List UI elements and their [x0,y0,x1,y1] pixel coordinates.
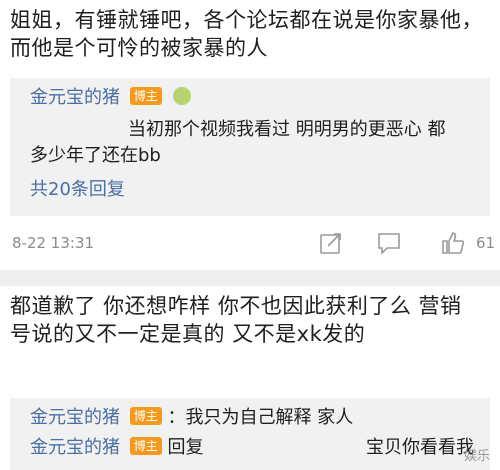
author-badge: 博主 [129,87,162,105]
watermark: 娱乐 [463,449,490,464]
author-badge: 博主 [129,407,162,425]
author-badge: 博主 [129,437,162,455]
reply-text: ：我只为自己解释 家人 [167,407,354,428]
reply-header: 金元宝的猪 博主 [30,86,192,110]
reply-username[interactable]: 金元宝的猪 [30,407,120,428]
reply-2-1: 金元宝的猪 博主 ：我只为自己解释 家人 [30,406,353,430]
divider [0,270,500,286]
reply-text: 回复 [167,437,204,458]
comment-2-line2: 号说的又不一定是真的 又不是xk发的 [10,322,366,346]
comment-1-line2: 而他是个可怜的被家暴的人 [10,36,268,60]
comment-2-line1: 都道歉了 你还想咋样 你不也因此获利了么 营销 [10,294,462,318]
reply-text-tail: 宝贝你看看我 [366,437,474,458]
reply-text-line1: 当初那个视频我看过 明明男的更恶心 都 [128,119,446,140]
sick-face-emoji-icon [173,87,192,105]
reply-box-1[interactable]: 金元宝的猪 博主 当初那个视频我看过 明明男的更恶心 都 多少年了还在bb 共2… [10,78,490,216]
like-count: 61 [476,234,496,252]
timestamp: 8-22 13:31 [12,234,95,252]
reply-text-line2: 多少年了还在bb [30,145,161,166]
reply-2-2: 金元宝的猪 博主 回复 [30,436,203,460]
comment-1-line1: 姐姐，有锤就锤吧，各个论坛都在说是你家暴他， [10,8,483,32]
comment-2-text: 都道歉了 你还想咋样 你不也因此获利了么 营销 号说的又不一定是真的 又不是xk… [10,292,490,348]
reply-box-2[interactable]: 金元宝的猪 博主 ：我只为自己解释 家人 金元宝的猪 博主 回复 宝贝你看看我 [10,398,490,470]
reply-username[interactable]: 金元宝的猪 [30,437,120,458]
comment-1-meta: 8-22 13:31 61 [10,226,495,262]
comment-icon[interactable] [376,230,402,256]
reply-username[interactable]: 金元宝的猪 [30,87,120,108]
share-icon[interactable] [318,230,344,256]
like-icon[interactable] [440,230,466,256]
reply-count-link[interactable]: 共20条回复 [30,178,125,202]
comment-1-text: 姐姐，有锤就锤吧，各个论坛都在说是你家暴他， 而他是个可怜的被家暴的人 [10,6,490,62]
